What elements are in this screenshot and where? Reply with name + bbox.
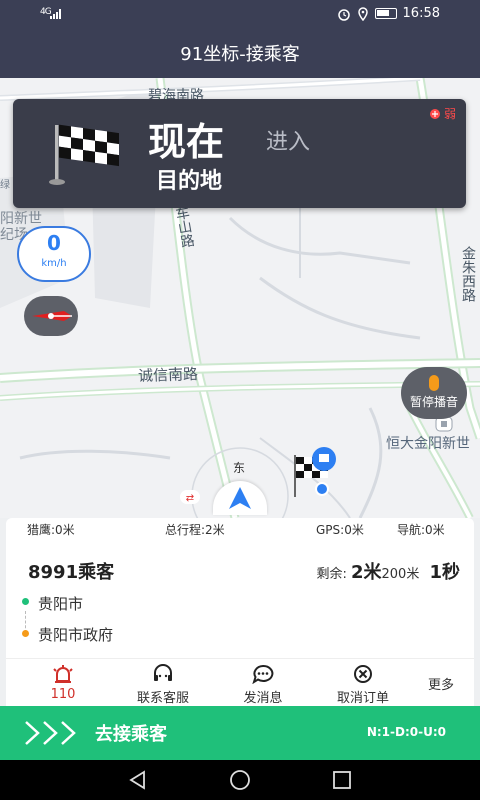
battery-icon <box>374 8 397 19</box>
remaining-distance-small: 200米 <box>381 567 420 582</box>
title-bar: 91坐标-接乘客 <box>0 28 480 78</box>
police-110-label: 110 <box>50 687 76 702</box>
origin-address: 贵阳市 <box>38 595 84 613</box>
nav-action: 进入 <box>266 130 311 155</box>
gps-signal-indicator: 弱 <box>428 105 456 122</box>
stat-nav: 导航:0米 <box>397 523 445 537</box>
navigation-arrow-icon <box>229 487 251 509</box>
trip-stats: 猎鹰:0米 总行程:2米 GPS:0米 导航:0米 <box>6 518 474 540</box>
speed-value: 0 <box>47 231 61 255</box>
cancel-order-label: 取消订单 <box>336 691 389 706</box>
pause-voice-label: 暂停播音 <box>409 395 458 409</box>
page-title: 91坐标-接乘客 <box>180 44 300 65</box>
status-code: N:1-D:0-U:0 <box>366 725 446 739</box>
send-message-label: 发消息 <box>243 691 283 706</box>
triple-chevron-icon <box>25 721 76 745</box>
recents-icon[interactable] <box>331 769 353 791</box>
go-pickup-label: 去接乘客 <box>95 724 167 745</box>
passenger-name: 8991乘客 <box>28 562 115 583</box>
police-110-button[interactable]: 110 <box>23 664 103 702</box>
stat-hunt: 猎鹰:0米 <box>27 523 75 537</box>
road-label-right: 金朱西路 <box>460 246 476 302</box>
contact-support-button[interactable]: 联系客服 <box>123 664 203 706</box>
headset-icon <box>154 664 172 681</box>
speedometer: 0 km/h <box>17 226 91 282</box>
poi-label-left-small: 绿 <box>0 180 10 191</box>
nav-instruction-card: 现在 进入 目的地 弱 <box>13 99 466 208</box>
location-icon <box>357 6 368 21</box>
more-button[interactable]: 更多 <box>406 674 476 693</box>
system-nav-bar <box>0 760 480 800</box>
pause-voice-button[interactable]: 暂停播音 <box>401 367 467 419</box>
poi-label-right: 恒大金阳新世 <box>386 436 470 452</box>
railway-icon: ⇄ <box>180 490 200 504</box>
destination-flag-icon <box>294 447 336 497</box>
cancel-order-button[interactable]: 取消订单 <box>323 664 403 706</box>
compass-button[interactable] <box>24 296 78 336</box>
remaining-time: 1秒 <box>429 562 460 583</box>
road-label-main: 诚信南路 <box>137 364 199 386</box>
send-message-button[interactable]: 发消息 <box>223 664 303 706</box>
more-label: 更多 <box>427 678 454 693</box>
remaining-distance: 2米 <box>350 562 382 583</box>
stat-total: 总行程:2米 <box>165 523 225 537</box>
panel-divider <box>6 658 474 659</box>
alarm-icon <box>337 8 350 21</box>
cancel-circle-icon <box>354 665 372 683</box>
clock: 16:58 <box>402 6 440 21</box>
destination-dot-icon <box>22 630 29 637</box>
svg-text:⇄: ⇄ <box>186 493 194 504</box>
speed-unit: km/h <box>41 258 67 269</box>
remaining-prefix: 剩余: <box>316 567 347 582</box>
nav-time-word: 现在 <box>148 120 225 164</box>
remaining-info: 剩余: 2米200米 1秒 <box>316 558 460 584</box>
signal-icon <box>50 9 62 19</box>
siren-icon <box>53 665 73 683</box>
stat-gps: GPS:0米 <box>316 523 364 537</box>
checkered-flag-icon <box>49 124 119 185</box>
compass-east-label: 东 <box>233 461 246 475</box>
chat-bubble-icon <box>252 664 274 684</box>
home-icon[interactable] <box>228 769 252 791</box>
contact-support-label: 联系客服 <box>136 691 189 706</box>
satellite-icon <box>429 108 440 119</box>
destination-address: 贵阳市政府 <box>38 626 114 644</box>
trip-panel: 猎鹰:0米 总行程:2米 GPS:0米 导航:0米 8991乘客 剩余: 2米2… <box>6 518 474 706</box>
origin-dot-icon <box>22 598 29 605</box>
status-bar: 4G 16:58 <box>0 0 480 28</box>
go-pickup-bar[interactable]: 去接乘客 N:1-D:0-U:0 <box>0 706 480 760</box>
microphone-icon <box>429 375 439 391</box>
back-icon[interactable] <box>127 769 149 791</box>
vehicle-position <box>213 481 267 515</box>
signal-strength-label: 弱 <box>443 107 456 121</box>
nav-destination: 目的地 <box>156 169 223 194</box>
compass-icon <box>32 311 72 321</box>
